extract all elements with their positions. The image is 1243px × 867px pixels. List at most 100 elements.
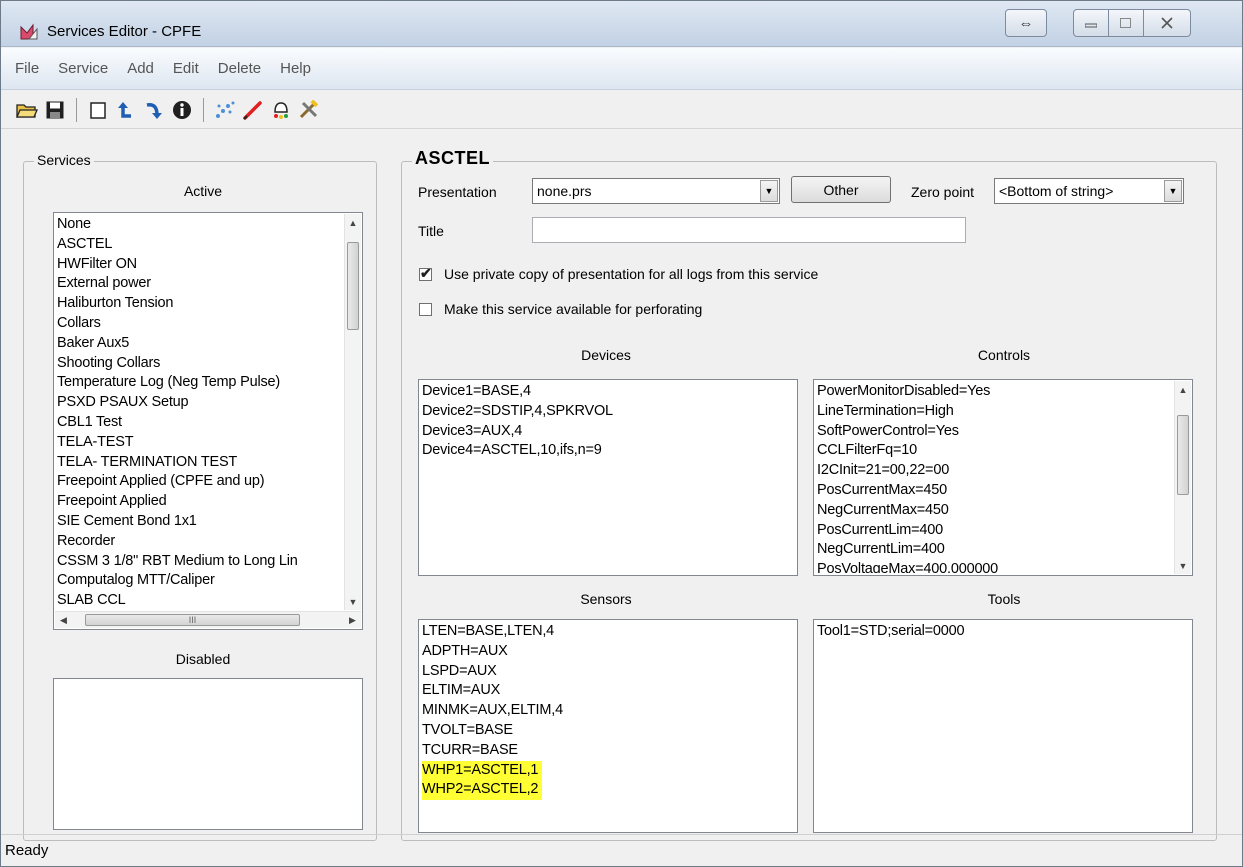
service-list-item[interactable]: CSSM 3 1/8" RBT Medium to Long Lin bbox=[57, 552, 344, 572]
redo-icon[interactable] bbox=[142, 98, 166, 122]
service-list-item[interactable]: Baker Aux5 bbox=[57, 334, 344, 354]
scroll-left-arrow-icon[interactable]: ◀ bbox=[55, 612, 72, 628]
resize-arrows-icon[interactable]: ⇔ bbox=[1005, 9, 1047, 37]
service-list-item-text: CSSM 3 1/8" RBT Medium to Long Lin bbox=[57, 552, 298, 569]
scroll-up-arrow-icon[interactable]: ▲ bbox=[345, 214, 361, 231]
menu-add[interactable]: Add bbox=[125, 58, 156, 79]
tool-list-item[interactable]: Tool1=STD;serial=0000 bbox=[817, 622, 1188, 642]
sensor-list-item[interactable]: LTEN=BASE,LTEN,4 bbox=[422, 622, 793, 642]
close-button[interactable] bbox=[1143, 9, 1191, 37]
scroll-down-arrow-icon[interactable]: ▼ bbox=[345, 593, 361, 610]
service-list-item[interactable]: Haliburton Tension bbox=[57, 294, 344, 314]
menu-file[interactable]: File bbox=[13, 58, 41, 79]
menu-delete[interactable]: Delete bbox=[216, 58, 263, 79]
sensor-list-item[interactable]: ADPTH=AUX bbox=[422, 642, 793, 662]
save-icon[interactable] bbox=[43, 98, 67, 122]
title-input[interactable] bbox=[532, 217, 966, 243]
maximize-button[interactable] bbox=[1108, 9, 1144, 37]
sensor-list-item[interactable]: LSPD=AUX bbox=[422, 662, 793, 682]
zero-point-select[interactable]: <Bottom of string> ▼ bbox=[994, 178, 1184, 204]
status-bar: Ready bbox=[1, 834, 1242, 866]
service-list-item[interactable]: External power bbox=[57, 274, 344, 294]
scroll-thumb[interactable] bbox=[1177, 415, 1189, 495]
tools-list[interactable]: Tool1=STD;serial=0000 bbox=[813, 619, 1193, 833]
menu-service[interactable]: Service bbox=[56, 58, 110, 79]
control-list-item-text: CCLFilterFq=10 bbox=[817, 442, 917, 459]
control-list-item[interactable]: I2CInit=21=00,22=00 bbox=[817, 461, 1174, 481]
private-copy-checkbox[interactable]: ✔ bbox=[419, 265, 432, 281]
active-list-vscrollbar[interactable]: ▲ ▼ bbox=[344, 214, 361, 610]
control-list-item[interactable]: PowerMonitorDisabled=Yes bbox=[817, 382, 1174, 402]
service-list-item[interactable]: ASCTEL bbox=[57, 235, 344, 255]
undo-icon[interactable] bbox=[114, 98, 138, 122]
control-list-item[interactable]: PosCurrentMax=450 bbox=[817, 481, 1174, 501]
service-list-item[interactable]: Recorder bbox=[57, 532, 344, 552]
device-list-item[interactable]: Device1=BASE,4 bbox=[422, 382, 793, 402]
service-list-item[interactable]: CBL1 Test bbox=[57, 413, 344, 433]
control-list-item[interactable]: LineTermination=High bbox=[817, 402, 1174, 422]
scroll-up-arrow-icon[interactable]: ▲ bbox=[1175, 381, 1191, 398]
service-list-item[interactable]: TELA- TERMINATION TEST bbox=[57, 453, 344, 473]
sensor-list-item[interactable]: MINMK=AUX,ELTIM,4 bbox=[422, 701, 793, 721]
scroll-thumb[interactable] bbox=[347, 242, 359, 330]
tools-icon[interactable] bbox=[297, 98, 321, 122]
service-list-item[interactable]: Freepoint Applied (CPFE and up) bbox=[57, 472, 344, 492]
service-list-item[interactable]: None bbox=[57, 215, 344, 235]
devices-list[interactable]: Device1=BASE,4 Device2=SDSTIP,4,SPKRVOL De… bbox=[418, 379, 798, 576]
disabled-services-list[interactable] bbox=[53, 678, 363, 830]
service-list-item[interactable]: Freepoint Applied bbox=[57, 492, 344, 512]
menu-help[interactable]: Help bbox=[278, 58, 313, 79]
sensors-list[interactable]: LTEN=BASE,LTEN,4 ADPTH=AUX LSPD=AUX ELTIM=A… bbox=[418, 619, 798, 833]
sensor-list-item[interactable]: WHP2=ASCTEL,2 bbox=[422, 780, 793, 801]
service-list-item[interactable]: SLAB CCL bbox=[57, 591, 344, 610]
tools-label: Tools bbox=[987, 591, 1021, 607]
control-list-item[interactable]: PosVoltageMax=400.000000 bbox=[817, 560, 1174, 573]
sensor-list-item[interactable]: WHP1=ASCTEL,1 bbox=[422, 760, 793, 781]
controls-vscrollbar[interactable]: ▲ ▼ bbox=[1174, 381, 1191, 574]
sensor-list-item[interactable]: ELTIM=AUX bbox=[422, 681, 793, 701]
chevron-down-icon[interactable]: ▼ bbox=[1164, 180, 1182, 202]
service-list-item[interactable]: Collars bbox=[57, 314, 344, 334]
presentation-select[interactable]: none.prs ▼ bbox=[532, 178, 780, 204]
control-list-item[interactable]: PosCurrentLim=400 bbox=[817, 521, 1174, 541]
service-list-item-text: Shooting Collars bbox=[57, 354, 161, 371]
service-list-item[interactable]: Computalog MTT/Caliper bbox=[57, 571, 344, 591]
service-list-item[interactable]: SIE Cement Bond 1x1 bbox=[57, 512, 344, 532]
other-button[interactable]: Other bbox=[791, 176, 891, 203]
service-list-item[interactable]: TELA-TEST bbox=[57, 433, 344, 453]
title-bar[interactable]: Services Editor - CPFE ⇔ bbox=[1, 1, 1242, 47]
scroll-right-arrow-icon[interactable]: ▶ bbox=[344, 612, 361, 628]
active-services-list[interactable]: None ASCTEL HWFilter ON External power Halib… bbox=[53, 212, 363, 630]
device-list-item[interactable]: Device2=SDSTIP,4,SPKRVOL bbox=[422, 402, 793, 422]
control-list-item[interactable]: NegCurrentMax=450 bbox=[817, 501, 1174, 521]
chevron-down-icon[interactable]: ▼ bbox=[760, 180, 778, 202]
service-list-item-text: SIE Cement Bond 1x1 bbox=[57, 512, 197, 529]
private-copy-label: Use private copy of presentation for all… bbox=[444, 266, 819, 282]
scroll-down-arrow-icon[interactable]: ▼ bbox=[1175, 557, 1191, 574]
open-folder-icon[interactable] bbox=[15, 98, 39, 122]
sensor-list-item[interactable]: TCURR=BASE bbox=[422, 741, 793, 761]
hscroll-thumb[interactable]: III bbox=[85, 614, 300, 626]
sensor-list-item[interactable]: TVOLT=BASE bbox=[422, 721, 793, 741]
minimize-button[interactable] bbox=[1073, 9, 1109, 37]
device-list-item[interactable]: Device4=ASCTEL,10,ifs,n=9 bbox=[422, 441, 793, 461]
device-list-item[interactable]: Device3=AUX,4 bbox=[422, 422, 793, 442]
red-pen-icon[interactable] bbox=[241, 98, 265, 122]
service-list-item[interactable]: PSXD PSAUX Setup bbox=[57, 393, 344, 413]
sparkle-icon[interactable] bbox=[213, 98, 237, 122]
service-list-item[interactable]: Temperature Log (Neg Temp Pulse) bbox=[57, 373, 344, 393]
control-list-item-text: PosCurrentLim=400 bbox=[817, 521, 943, 538]
bell-icon[interactable] bbox=[269, 98, 293, 122]
sensor-list-item-text: MINMK=AUX,ELTIM,4 bbox=[422, 702, 563, 719]
control-list-item[interactable]: SoftPowerControl=Yes bbox=[817, 422, 1174, 442]
control-list-item[interactable]: NegCurrentLim=400 bbox=[817, 540, 1174, 560]
perforating-checkbox[interactable] bbox=[419, 303, 432, 316]
service-list-item[interactable]: HWFilter ON bbox=[57, 255, 344, 275]
controls-list[interactable]: PowerMonitorDisabled=Yes LineTermination=… bbox=[813, 379, 1193, 576]
active-list-hscrollbar[interactable]: ◀ III ▶ bbox=[55, 611, 361, 628]
control-list-item[interactable]: CCLFilterFq=10 bbox=[817, 441, 1174, 461]
new-document-icon[interactable] bbox=[86, 98, 110, 122]
menu-edit[interactable]: Edit bbox=[171, 58, 201, 79]
info-icon[interactable] bbox=[170, 98, 194, 122]
service-list-item[interactable]: Shooting Collars bbox=[57, 354, 344, 374]
